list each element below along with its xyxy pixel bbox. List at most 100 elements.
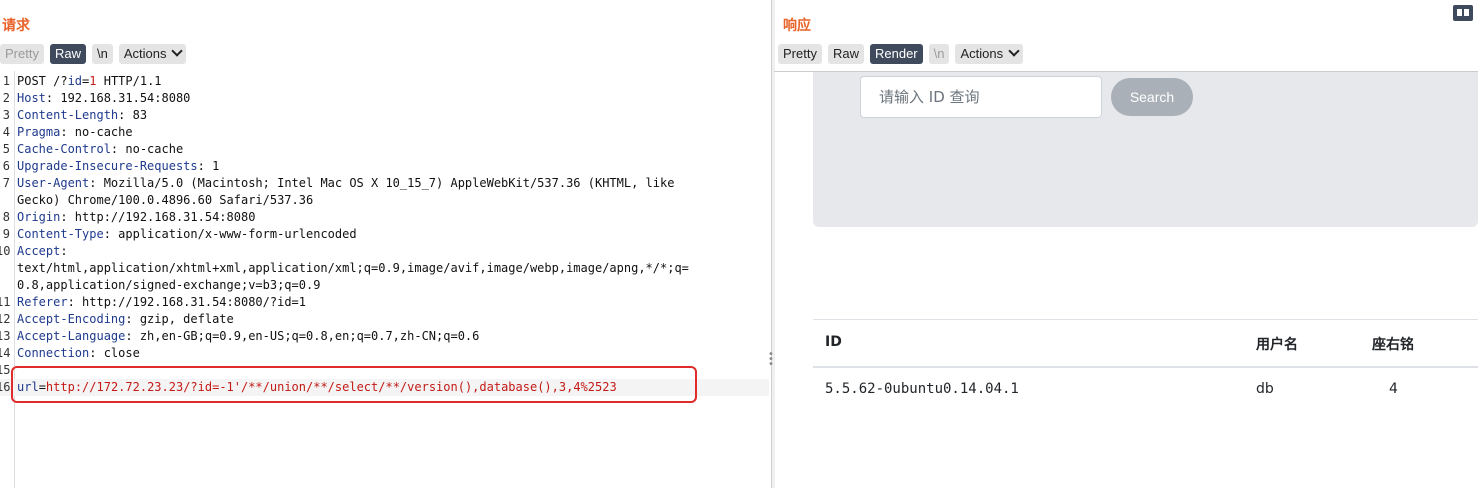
request-line[interactable]: Gecko) Chrome/100.0.4896.60 Safari/537.3…: [0, 192, 769, 209]
line-code: text/html,application/xhtml+xml,applicat…: [17, 260, 689, 277]
line-code: Origin: http://192.168.31.54:8080: [17, 209, 255, 226]
request-line[interactable]: 12 Accept-Encoding: gzip, deflate: [0, 311, 769, 328]
divider-grip-icon[interactable]: • • •: [768, 350, 774, 370]
request-line[interactable]: 3 Content-Length: 83: [0, 107, 769, 124]
request-line[interactable]: 5 Cache-Control: no-cache: [0, 141, 769, 158]
code-text: : no-cache: [110, 142, 184, 156]
response-actions-dropdown[interactable]: Actions: [955, 44, 1024, 64]
code-text: : 1: [197, 159, 220, 173]
layout-toggle-icon[interactable]: [1453, 5, 1473, 21]
header-name: Cache-Control: [17, 142, 111, 156]
line-number: 12: [0, 312, 11, 326]
request-raw-tab[interactable]: Raw: [49, 44, 86, 64]
code-text: Gecko) Chrome/100.0.4896.60 Safari/537.3…: [17, 193, 314, 207]
param-value: 1: [89, 74, 97, 88]
response-toolbar: Pretty Raw Render \n Actions: [778, 44, 1024, 64]
header-name: Origin: [17, 210, 61, 224]
line-code: Accept-Language: zh,en-GB;q=0.9,en-US;q=…: [17, 328, 479, 345]
table-header-border: [813, 366, 1478, 368]
request-line[interactable]: 1 POST /?id=1 HTTP/1.1: [0, 73, 769, 90]
code-text: : 192.168.31.54:8080: [45, 91, 191, 105]
code-text: :: [60, 244, 68, 258]
column-header-id: ID: [825, 334, 842, 350]
request-line[interactable]: 11 Referer: http://192.168.31.54:8080/?id…: [0, 294, 769, 311]
code-text: : http://192.168.31.54:8080: [60, 210, 256, 224]
request-line[interactable]: 9 Content-Type: application/x-www-form-ur…: [0, 226, 769, 243]
code-text: : gzip, deflate: [125, 312, 234, 326]
line-code: Connection: close: [17, 345, 140, 362]
id-search-input[interactable]: 请输入 ID 查询: [860, 76, 1102, 118]
line-number: 10: [0, 244, 11, 258]
header-name: Accept-Encoding: [17, 312, 126, 326]
response-newline-toggle[interactable]: \n: [928, 44, 950, 64]
request-newline-toggle[interactable]: \n: [91, 44, 113, 64]
line-code: Content-Type: application/x-www-form-url…: [17, 226, 357, 243]
line-code: 0.8,application/signed-exchange;v=b3;q=0…: [17, 277, 320, 294]
request-line[interactable]: 14 Connection: close: [0, 345, 769, 362]
response-raw-tab[interactable]: Raw: [827, 44, 864, 64]
code-text: HTTP/1.1: [96, 74, 162, 88]
response-pretty-tab[interactable]: Pretty: [778, 44, 822, 64]
line-code: Pragma: no-cache: [17, 124, 133, 141]
search-button[interactable]: Search: [1111, 78, 1193, 116]
request-pane-title: 请求: [2, 18, 30, 34]
column-header-motto: 座右铭: [1372, 337, 1414, 353]
line-code: Accept-Encoding: gzip, deflate: [17, 311, 234, 328]
header-name: Host: [17, 91, 46, 105]
header-name: Pragma: [17, 125, 61, 139]
request-editor[interactable]: 1 POST /?id=1 HTTP/1.1 2 Host: 192.168.31.5…: [0, 71, 769, 488]
header-name: User-Agent: [17, 176, 90, 190]
param-name: id: [67, 74, 83, 88]
code-text: 0.8,application/signed-exchange;v=b3;q=0…: [17, 278, 321, 292]
code-text: : Mozilla/5.0 (Macintosh; Intel Mac OS X…: [89, 176, 675, 190]
code-text: : no-cache: [60, 125, 133, 139]
request-line[interactable]: 2 Host: 192.168.31.54:8080: [0, 90, 769, 107]
request-line[interactable]: 8 Origin: http://192.168.31.54:8080: [0, 209, 769, 226]
code-text: : http://192.168.31.54:8080/?id=1: [67, 295, 306, 309]
line-number: 3: [2, 108, 10, 122]
request-pretty-tab[interactable]: Pretty: [0, 44, 44, 64]
line-number: 11: [0, 295, 11, 309]
line-number: 9: [2, 227, 10, 241]
cell-username: db: [1256, 381, 1274, 397]
request-line[interactable]: 10 Accept:: [0, 243, 769, 260]
header-name: Referer: [17, 295, 68, 309]
request-line[interactable]: 4 Pragma: no-cache: [0, 124, 769, 141]
line-code: Content-Length: 83: [17, 107, 147, 124]
request-line[interactable]: text/html,application/xhtml+xml,applicat…: [0, 260, 769, 277]
line-number: 4: [2, 125, 10, 139]
line-number: 8: [2, 210, 10, 224]
request-line[interactable]: 7 User-Agent: Mozilla/5.0 (Macintosh; Int…: [0, 175, 769, 192]
cell-id: 5.5.62-0ubuntu0.14.04.1: [825, 381, 1019, 397]
line-number: 1: [2, 74, 10, 88]
line-number: 7: [2, 176, 10, 190]
header-name: Content-Type: [17, 227, 104, 241]
line-code: Upgrade-Insecure-Requests: 1: [17, 158, 219, 175]
header-name: Accept: [17, 244, 61, 258]
column-header-username: 用户名: [1256, 337, 1298, 353]
request-line[interactable]: 0.8,application/signed-exchange;v=b3;q=0…: [0, 277, 769, 294]
table-top-border: [813, 319, 1478, 320]
response-pane-title: 响应: [783, 18, 811, 34]
code-text: : 83: [118, 108, 148, 122]
request-line[interactable]: 6 Upgrade-Insecure-Requests: 1: [0, 158, 769, 175]
line-number: 16: [0, 380, 11, 394]
header-name: Accept-Language: [17, 329, 126, 343]
request-line[interactable]: 13 Accept-Language: zh,en-GB;q=0.9,en-US;…: [0, 328, 769, 345]
line-number: 15: [0, 363, 11, 377]
code-text: : zh,en-GB;q=0.9,en-US;q=0.8,en;q=0.7,zh…: [125, 329, 480, 343]
line-number: 5: [2, 142, 10, 156]
header-name: Content-Length: [17, 108, 119, 122]
line-code: User-Agent: Mozilla/5.0 (Macintosh; Inte…: [17, 175, 674, 192]
request-actions-dropdown[interactable]: Actions: [118, 44, 187, 64]
line-code: POST /?id=1 HTTP/1.1: [17, 73, 162, 90]
request-toolbar: Pretty Raw \n Actions: [0, 44, 187, 64]
code-text: : application/x-www-form-urlencoded: [103, 227, 357, 241]
header-name: Connection: [17, 346, 90, 360]
line-code: Gecko) Chrome/100.0.4896.60 Safari/537.3…: [17, 192, 313, 209]
code-text: POST /?: [17, 74, 68, 88]
highlight-box: [11, 366, 697, 403]
code-text: : close: [89, 346, 140, 360]
response-render-tab[interactable]: Render: [869, 44, 923, 64]
line-code: Accept:: [17, 243, 68, 260]
